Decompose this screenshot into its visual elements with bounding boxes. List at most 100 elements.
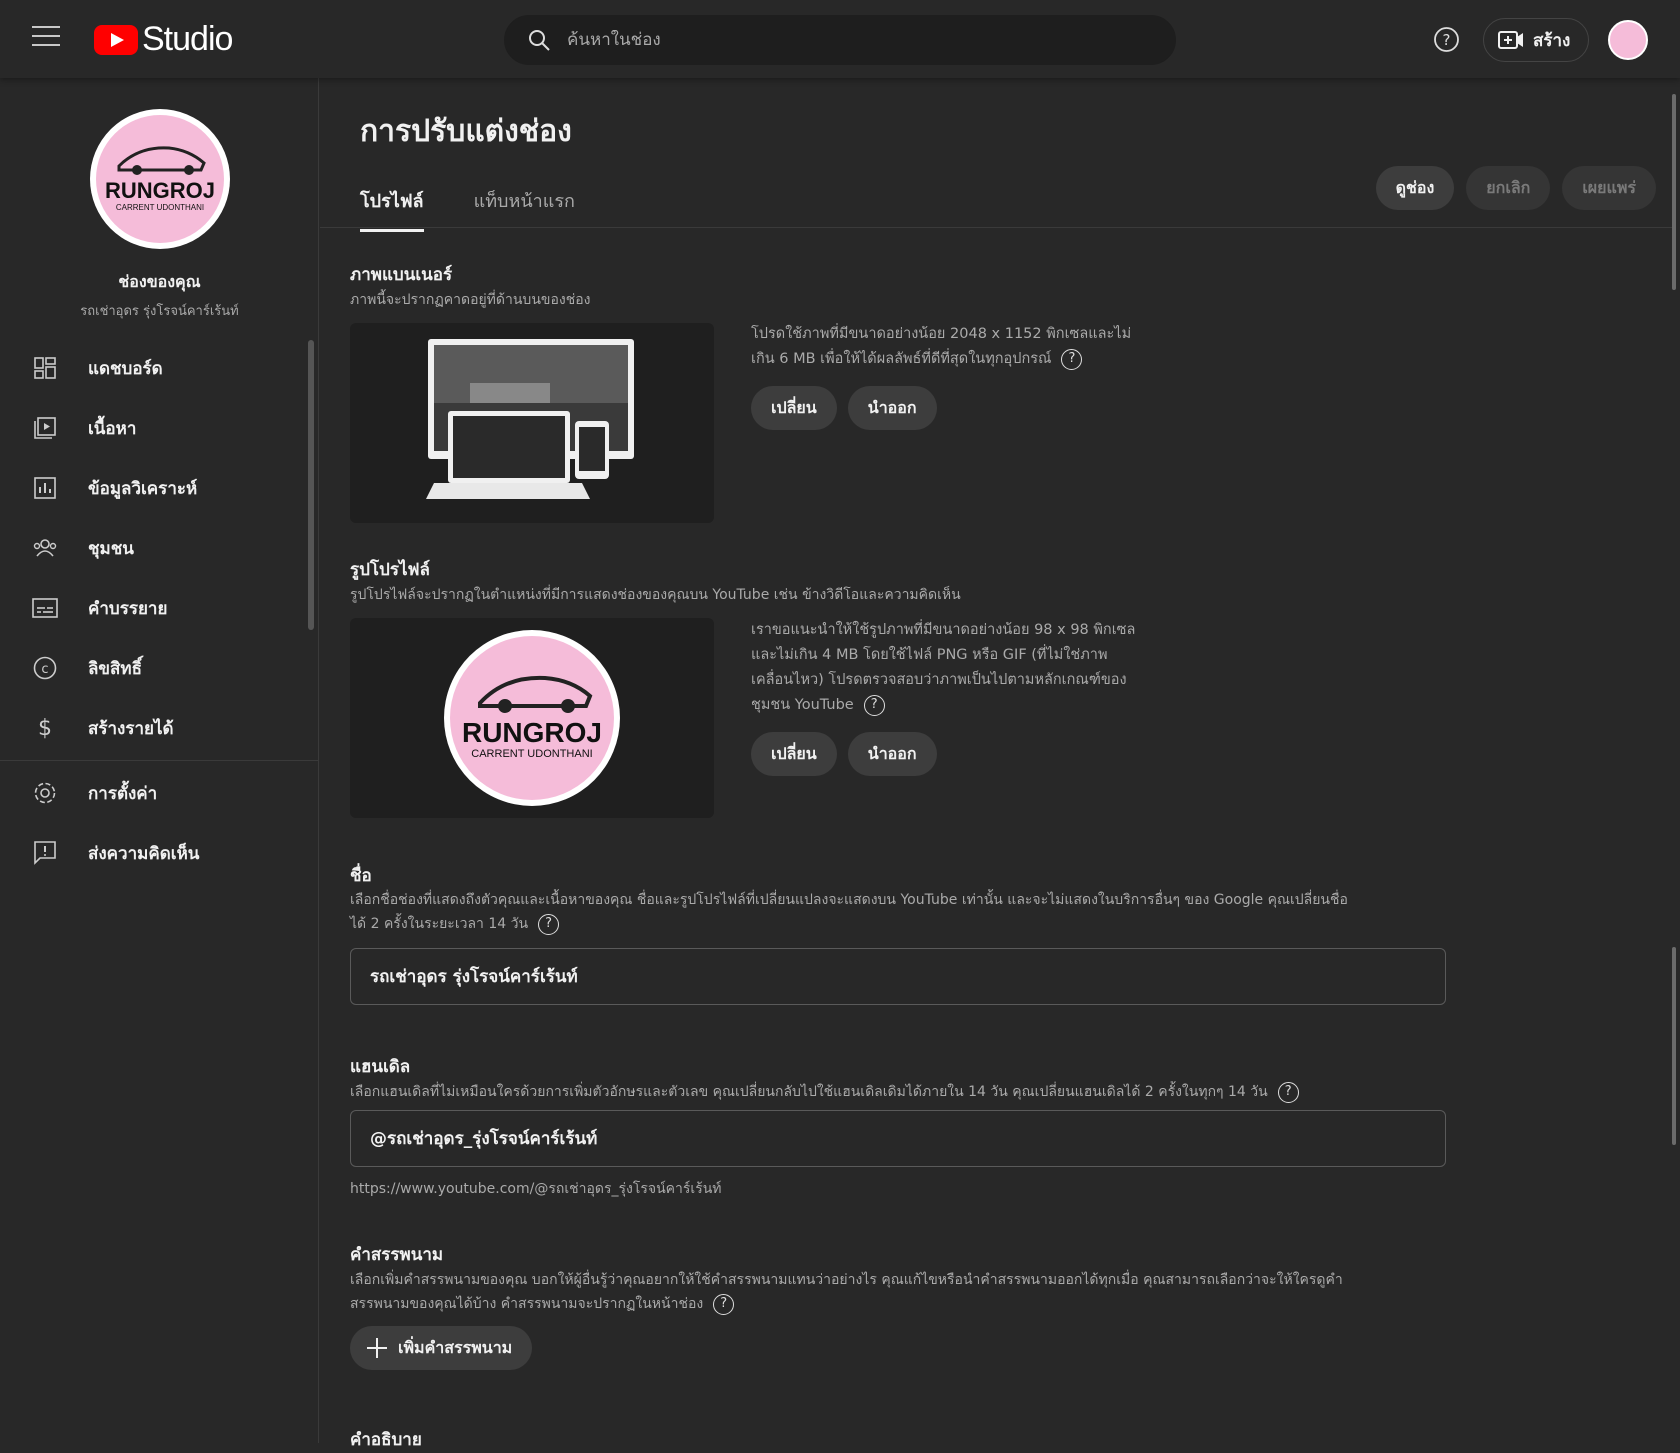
pronouns-desc-line: สรรพนามของคุณได้บ้าง คำสรรพนามจะปรากฏในห…: [350, 1296, 704, 1312]
pronouns-title: คำสรรพนาม: [350, 1245, 444, 1265]
picture-buttons: เปลี่ยน นำออก: [751, 732, 937, 776]
sidebar-item-label: เนื้อหา: [88, 418, 137, 439]
name-desc: เลือกชื่อช่องที่แสดงถึงตัวคุณและเนื้อหาข…: [350, 888, 1470, 936]
sidebar-item-label: ลิขสิทธิ์: [88, 658, 142, 679]
publish-button[interactable]: เผยแพร่: [1562, 166, 1656, 210]
action-buttons: ดูช่อง ยกเลิก เผยแพร่: [1375, 166, 1656, 210]
handle-desc: เลือกแฮนเดิลที่ไม่เหมือนใครด้วยการเพิ่มต…: [350, 1084, 1268, 1100]
description-title: คำอธิบาย: [350, 1430, 422, 1450]
sidebar-item-feedback[interactable]: ส่งความคิดเห็น: [0, 823, 319, 883]
help-icon[interactable]: ?: [1433, 26, 1460, 53]
sidebar-item-content[interactable]: เนื้อหา: [0, 398, 319, 458]
handle-desc-row: เลือกแฮนเดิลที่ไม่เหมือนใครด้วยการเพิ่มต…: [350, 1080, 1470, 1104]
community-icon: [32, 535, 58, 561]
view-channel-button[interactable]: ดูช่อง: [1375, 166, 1455, 210]
subtitles-icon: [32, 595, 58, 621]
picture-info-line: ชุมชน YouTube: [751, 697, 854, 713]
picture-desc: รูปโปรไฟล์จะปรากฏในตำแหน่งที่มีการแสดงช่…: [350, 587, 961, 603]
add-pronouns-button[interactable]: เพิ่มคำสรรพนาม: [350, 1326, 533, 1370]
help-icon[interactable]: ?: [863, 694, 885, 716]
channel-name: รถเช่าอุดร รุ่งโรจน์คาร์เร้นท์: [80, 304, 239, 319]
sidebar-item-label: สร้างรายได้: [88, 718, 174, 739]
channel-avatar-text: RUNGROJ: [105, 178, 215, 203]
gear-icon: [32, 780, 58, 806]
sidebar-item-community[interactable]: ชุมชน: [0, 518, 319, 578]
help-icon[interactable]: ?: [713, 1293, 735, 1315]
svg-text:?: ?: [1443, 31, 1451, 49]
main-scrollbar-thumb[interactable]: [1672, 94, 1676, 290]
main-scrollbar-thumb[interactable]: [1672, 947, 1676, 1145]
sidebar-item-analytics[interactable]: ข้อมูลวิเคราะห์: [0, 458, 319, 518]
sidebar-item-copyright[interactable]: c ลิขสิทธิ์: [0, 638, 319, 698]
banner-desc: ภาพนี้จะปรากฏคาดอยู่ที่ด้านบนของช่อง: [350, 292, 591, 308]
help-icon[interactable]: ?: [1277, 1081, 1299, 1103]
pronouns-desc: เลือกเพิ่มคำสรรพนามของคุณ บอกให้ผู้อื่นร…: [350, 1268, 1470, 1316]
menu-icon[interactable]: [32, 26, 60, 52]
picture-info-line: และไม่เกิน 4 MB โดยใช้ไฟล์ PNG หรือ GIF …: [751, 647, 1108, 663]
analytics-icon: [32, 475, 58, 501]
banner-info-line: โปรดใช้ภาพที่มีขนาดอย่างน้อย 2048 x 1152…: [751, 326, 1132, 342]
sidebar-divider: [0, 760, 319, 761]
profile-picture-subtext: CARRENT UDONTHANI: [471, 748, 592, 760]
create-label: สร้าง: [1533, 30, 1571, 51]
picture-info-line: เราขอแนะนำให้ใช้รูปภาพที่มีขนาดอย่างน้อย…: [751, 622, 1136, 638]
picture-change-button[interactable]: เปลี่ยน: [751, 732, 837, 776]
sidebar-item-label: แดชบอร์ด: [88, 358, 163, 379]
create-button[interactable]: สร้าง: [1483, 18, 1589, 62]
tabs: โปรไฟล์ แท็บหน้าแรก: [360, 186, 575, 232]
picture-info-line: เคลื่อนไหว) โปรดตรวจสอบว่าภาพเป็นไปตามหล…: [751, 672, 1127, 688]
tabs-divider: [320, 227, 1672, 228]
add-pronouns-label: เพิ่มคำสรรพนาม: [398, 1337, 513, 1357]
search-box[interactable]: [504, 15, 1176, 65]
sidebar-item-label: การตั้งค่า: [88, 783, 158, 804]
sidebar-item-earn[interactable]: $ สร้างรายได้: [0, 698, 319, 758]
help-icon[interactable]: ?: [538, 913, 560, 935]
sidebar-scrollbar[interactable]: [308, 340, 314, 630]
sidebar-nav: แดชบอร์ด เนื้อหา ข้อมูลวิเคราะห์ ชุมชน ค…: [0, 338, 319, 883]
sidebar-item-label: ส่งความคิดเห็น: [88, 843, 200, 864]
name-field[interactable]: รถเช่าอุดร รุ่งโรจน์คาร์เร้นท์: [350, 948, 1446, 1005]
channel-avatar[interactable]: RUNGROJ CARRENT UDONTHANI: [89, 108, 231, 250]
channel-avatar-subtext: CARRENT UDONTHANI: [116, 203, 204, 212]
picture-remove-button[interactable]: นำออก: [847, 732, 937, 776]
sidebar-item-subtitles[interactable]: คำบรรยาย: [0, 578, 319, 638]
banner-title: ภาพแบนเนอร์: [350, 265, 453, 285]
studio-logo[interactable]: Studio: [94, 20, 233, 59]
banner-info-line: เกิน 6 MB เพื่อให้ได้ผลลัพธ์ที่ดีที่สุดใ…: [751, 351, 1052, 367]
tab-profile[interactable]: โปรไฟล์: [360, 186, 424, 232]
sidebar-item-label: คำบรรยาย: [88, 598, 168, 619]
sidebar-item-label: ข้อมูลวิเคราะห์: [88, 478, 198, 499]
pronouns-desc-line: เลือกเพิ่มคำสรรพนามของคุณ บอกให้ผู้อื่นร…: [350, 1272, 1343, 1288]
account-avatar[interactable]: [1608, 20, 1648, 60]
name-title: ชื่อ: [350, 866, 372, 886]
name-desc-line: เลือกชื่อช่องที่แสดงถึงตัวคุณและเนื้อหาข…: [350, 892, 1348, 908]
tab-home[interactable]: แท็บหน้าแรก: [474, 186, 575, 232]
help-icon[interactable]: ?: [1061, 348, 1083, 370]
dashboard-icon: [32, 355, 58, 381]
banner-preview: [350, 323, 714, 523]
name-desc-line: ได้ 2 ครั้งในระยะเวลา 14 วัน: [350, 916, 529, 932]
cancel-button[interactable]: ยกเลิก: [1466, 166, 1551, 210]
profile-picture-text: RUNGROJ: [462, 717, 602, 748]
content-icon: [32, 415, 58, 441]
banner-change-button[interactable]: เปลี่ยน: [751, 386, 837, 430]
banner-devices-illustration: [426, 339, 634, 499]
handle-field[interactable]: @รถเช่าอุดร_รุ่งโรจน์คาร์เร้นท์: [350, 1110, 1446, 1167]
sidebar-item-dashboard[interactable]: แดชบอร์ด: [0, 338, 319, 398]
search-input[interactable]: [567, 30, 1127, 50]
sidebar-item-label: ชุมชน: [88, 538, 134, 559]
handle-title: แฮนเดิล: [350, 1057, 411, 1077]
channel-title: ช่องของคุณ: [118, 272, 201, 291]
youtube-logo-icon: [94, 24, 138, 55]
handle-url[interactable]: https://www.youtube.com/@รถเช่าอุดร_รุ่ง…: [350, 1178, 722, 1200]
create-video-icon: [1498, 31, 1523, 49]
picture-title: รูปโปรไฟล์: [350, 560, 430, 580]
banner-info: โปรดใช้ภาพที่มีขนาดอย่างน้อย 2048 x 1152…: [751, 322, 1161, 372]
banner-buttons: เปลี่ยน นำออก: [751, 386, 937, 430]
banner-remove-button[interactable]: นำออก: [847, 386, 937, 430]
sidebar-item-settings[interactable]: การตั้งค่า: [0, 763, 319, 823]
studio-logo-text: Studio: [142, 20, 233, 58]
picture-preview: RUNGROJ CARRENT UDONTHANI: [350, 618, 714, 818]
plus-icon: [367, 1338, 387, 1358]
copyright-icon: c: [32, 655, 58, 681]
